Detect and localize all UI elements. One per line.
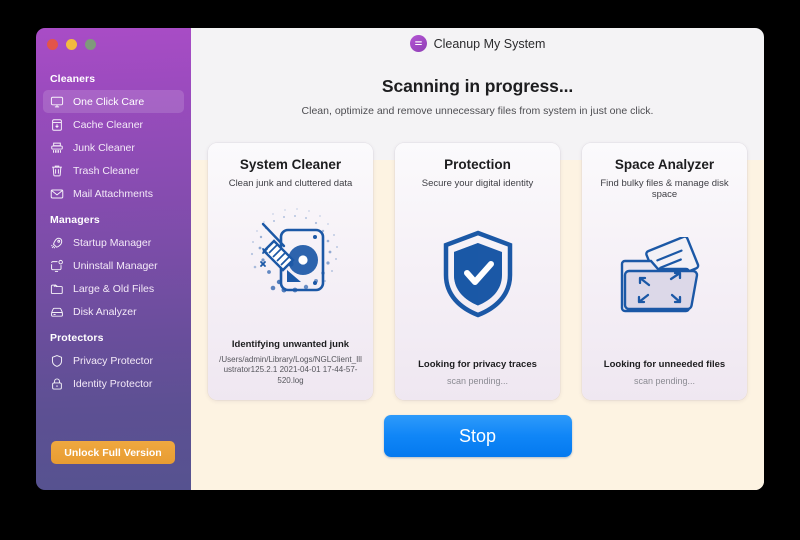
sidebar-item-large-old-files[interactable]: Large & Old Files — [43, 277, 184, 300]
folder-icon — [50, 282, 64, 296]
card-subtitle: Clean junk and cluttered data — [228, 178, 353, 189]
zoom-window-button[interactable] — [85, 39, 96, 50]
sidebar-item-label: Identity Protector — [73, 377, 153, 390]
sidebar-item-identity-protector[interactable]: Identity Protector — [43, 372, 184, 395]
sidebar-item-label: Junk Cleaner — [73, 141, 135, 154]
sidebar-item-label: Startup Manager — [73, 236, 152, 249]
card-title: System Cleaner — [239, 157, 342, 172]
sidebar-item-label: Mail Attachments — [73, 187, 153, 200]
sidebar-item-trash-cleaner[interactable]: Trash Cleaner — [43, 159, 184, 182]
app-title: Cleanup My System — [433, 36, 546, 51]
sidebar-item-label: Uninstall Manager — [73, 259, 158, 272]
sidebar-group-title-managers: Managers — [50, 214, 100, 226]
window-traffic-lights — [47, 39, 96, 50]
shredder-icon — [50, 141, 64, 155]
card-detail: scan pending... — [633, 375, 696, 386]
sidebar-item-label: Privacy Protector — [73, 354, 153, 367]
sidebar-group-title-cleaners: Cleaners — [50, 73, 96, 85]
sidebar-item-label: Disk Analyzer — [73, 305, 137, 318]
broom-disk-icon — [217, 189, 364, 338]
card-system-cleaner[interactable]: System Cleaner Clean junk and cluttered … — [208, 143, 373, 400]
cache-box-icon — [50, 118, 64, 132]
close-window-button[interactable] — [47, 39, 58, 50]
minimize-window-button[interactable] — [66, 39, 77, 50]
headline-block: Scanning in progress... Clean, optimize … — [191, 76, 764, 117]
card-title: Protection — [444, 157, 511, 172]
card-protection[interactable]: Protection Secure your digital identity … — [395, 143, 560, 400]
sidebar-item-label: Cache Cleaner — [73, 118, 144, 131]
card-status: Looking for privacy traces — [418, 358, 537, 370]
stop-scan-button[interactable]: Stop — [383, 415, 572, 457]
sidebar-item-label: Trash Cleaner — [73, 164, 140, 177]
card-detail: scan pending... — [446, 375, 509, 386]
sidebar: Cleaners One Click Care Cache Cleaner Ju… — [36, 28, 191, 490]
sidebar-item-disk-analyzer[interactable]: Disk Analyzer — [43, 300, 184, 323]
sidebar-item-privacy-protector[interactable]: Privacy Protector — [43, 349, 184, 372]
trash-icon — [50, 164, 64, 178]
app-logo-icon — [409, 35, 427, 52]
card-status: Looking for unneeded files — [603, 358, 726, 370]
sidebar-item-mail-attachments[interactable]: Mail Attachments — [43, 182, 184, 205]
shield-check-icon — [404, 189, 551, 358]
app-title-bar: Cleanup My System — [191, 35, 764, 52]
rocket-icon — [50, 236, 64, 250]
envelope-icon — [50, 187, 64, 201]
sidebar-item-startup-manager[interactable]: Startup Manager — [43, 231, 184, 254]
shield-icon — [50, 354, 64, 368]
lock-icon — [50, 377, 64, 391]
sidebar-nav: Cleaners One Click Care Cache Cleaner Ju… — [36, 64, 191, 395]
monitor-icon — [50, 95, 64, 109]
card-detail: /Users/admin/Library/Logs/NGLClient_Illu… — [219, 354, 362, 386]
card-space-analyzer[interactable]: Space Analyzer Find bulky files & manage… — [582, 143, 747, 400]
card-subtitle: Find bulky files & manage disk space — [600, 178, 729, 201]
main-content: Cleanup My System Scanning in progress..… — [191, 28, 764, 490]
unlock-full-version-button[interactable]: Unlock Full Version — [51, 441, 175, 464]
sidebar-item-one-click-care[interactable]: One Click Care — [43, 90, 184, 113]
sidebar-item-label: One Click Care — [73, 95, 145, 108]
sidebar-item-label: Large & Old Files — [73, 282, 155, 295]
folder-expand-icon — [591, 201, 738, 359]
sidebar-group-title-protectors: Protectors — [50, 332, 104, 344]
app-window: Cleaners One Click Care Cache Cleaner Ju… — [36, 28, 764, 490]
sidebar-item-uninstall-manager[interactable]: Uninstall Manager — [43, 254, 184, 277]
monitor-badge-icon — [50, 259, 64, 273]
scan-cards: System Cleaner Clean junk and cluttered … — [191, 143, 764, 400]
card-title: Space Analyzer — [614, 157, 715, 172]
page-title: Scanning in progress... — [381, 76, 574, 96]
disk-drive-icon — [50, 305, 64, 319]
card-subtitle: Secure your digital identity — [421, 178, 534, 189]
card-status: Identifying unwanted junk — [231, 338, 350, 350]
sidebar-item-junk-cleaner[interactable]: Junk Cleaner — [43, 136, 184, 159]
sidebar-item-cache-cleaner[interactable]: Cache Cleaner — [43, 113, 184, 136]
page-subtitle: Clean, optimize and remove unnecessary f… — [301, 105, 654, 117]
